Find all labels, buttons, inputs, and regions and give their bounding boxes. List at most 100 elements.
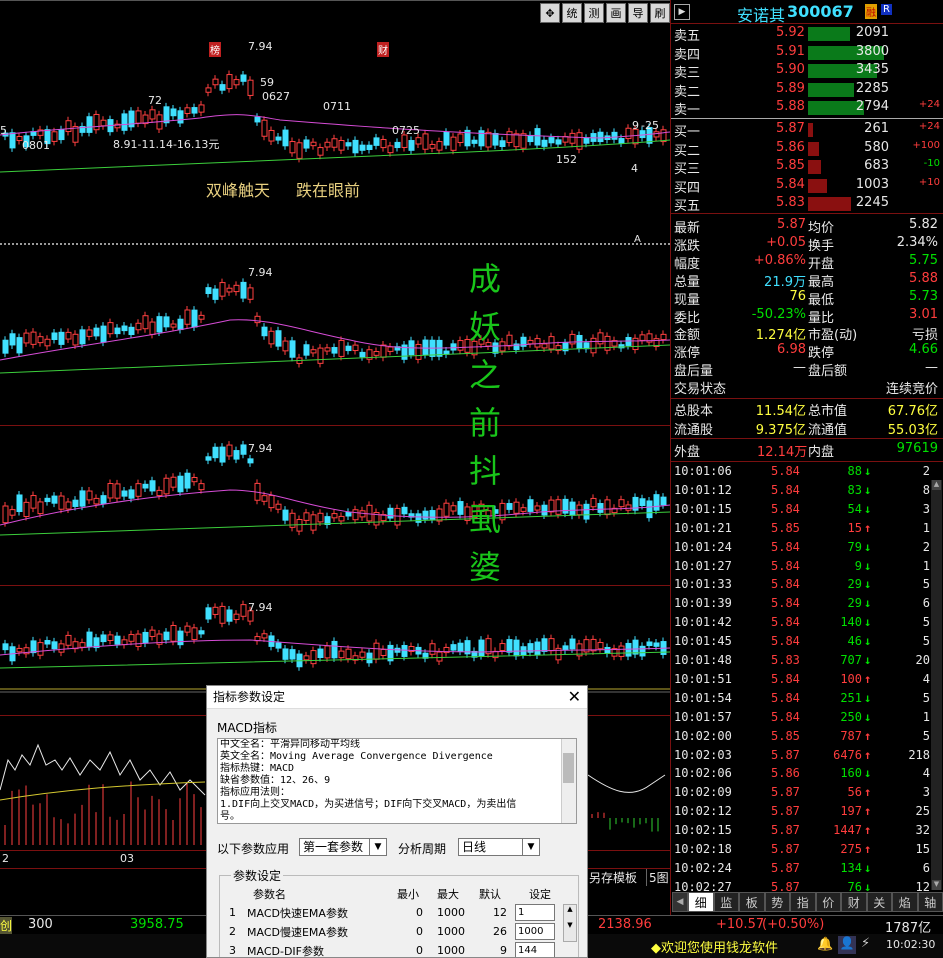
param-set-select[interactable]: 第一套参数 ▼ [299,838,387,856]
stat-value: +0.05 [766,234,806,250]
alarm-icon[interactable]: 🔔 [817,937,833,952]
stat-value: 亏损 [911,328,938,344]
period-select[interactable]: 日线 ▼ [458,838,540,856]
user-icon[interactable]: 👤 [838,936,856,954]
param-set-input[interactable]: 1 [515,904,555,921]
stat-label: 最新 [674,221,701,236]
tab-monitor[interactable]: 监 [713,892,739,912]
candle [16,494,23,513]
arrow-down-icon: ↓ [864,558,872,573]
candle [590,337,597,354]
measure-button[interactable]: 测 [584,3,604,23]
tick-price: 5.84 [771,482,800,497]
clock: 10:02:30 [886,938,936,951]
index2-change: +10.57 [716,917,765,932]
arrow-up-icon: ↑ [864,842,872,856]
export-button[interactable]: 导 [628,3,648,23]
bid-row[interactable]: 买三 5.85 683 -10 [671,158,943,177]
stat-value: 76 [789,288,806,304]
ask-row[interactable]: 卖一 5.88 2794 +24 [671,99,943,118]
tab-detail[interactable]: 细 [688,892,714,912]
param-spinner[interactable]: ▲ ▼ [563,904,577,942]
ask-row[interactable]: 卖四 5.91 3800 [671,44,943,63]
candle [135,483,142,497]
tick-row: 10:02:09 5.87 56 ↑ 3 [671,784,943,802]
stats-button[interactable]: 统 [562,3,582,23]
tick-row: 10:02:15 5.87 1447 ↑ 32 [671,822,943,840]
tab-axis[interactable]: 轴 [917,892,943,912]
finance-marker[interactable]: 财 [377,42,389,57]
tab-price[interactable]: 价 [815,892,841,912]
candle [646,641,653,647]
candle [100,634,107,643]
candle [303,512,310,521]
candle [422,510,429,520]
capital-label: 总股本 [674,404,714,419]
candle [352,509,359,521]
bid-row[interactable]: 买五 5.83 2245 [671,195,943,214]
tab-trend[interactable]: 势 [764,892,790,912]
five-charts-button[interactable]: 5图 [646,869,669,886]
outer-value: 12.14万 [757,445,808,460]
desc-line: 指标应用法则： [220,787,290,798]
network-icon[interactable]: ⚡ [861,936,870,951]
tick-scrollbar[interactable]: ▲ ▼ [931,480,942,890]
tab-finance[interactable]: 财 [841,892,867,912]
bid-row[interactable]: 买二 5.86 580 +100 [671,140,943,159]
panel-toggle-icon[interactable]: ▶ [674,4,690,20]
candle [450,343,457,351]
candle [23,332,30,344]
bid-price: 5.85 [776,158,805,174]
chevron-down-icon: ▼ [369,839,386,855]
desc-line: 中文全名：平滑异同移动平均线 [220,739,360,750]
tick-row: 10:02:00 5.85 787 ↑ 5 [671,728,943,746]
bid-row[interactable]: 买四 5.84 1003 +10 [671,177,943,196]
save-template-button[interactable]: 另存模板 [589,869,637,886]
desc-scrollbar[interactable] [561,739,576,823]
index2-value: 2138.96 [598,917,652,932]
tick-volume: 29 [847,596,862,611]
outer-label: 外盘 [674,445,701,460]
tick-price: 5.84 [771,464,800,478]
tab-prev-icon[interactable]: ◀ [672,892,688,912]
candle [191,309,198,328]
tick-time: 10:02:00 [674,728,732,743]
candle [37,336,44,344]
candle [499,140,506,147]
candle [429,143,436,149]
draw-button[interactable]: 画 [606,3,626,23]
candle [121,490,128,497]
tab-flame[interactable]: 焰 [892,892,918,912]
candle [149,321,156,335]
tick-time: 10:02:15 [674,823,732,838]
arrow-up-icon: ↑ [864,804,872,819]
stat-value: 6.98 [777,342,806,358]
ask-row[interactable]: 卖三 5.90 3435 [671,62,943,81]
stats-row: 涨停 6.98 跌停 4.66 [671,342,943,361]
tab-sector[interactable]: 板 [739,892,765,912]
move-tool-button[interactable]: ✥ [540,3,560,23]
bid-volume-bar [808,197,851,212]
candle [366,504,373,522]
scroll-up-icon[interactable]: ▲ [932,480,941,490]
param-set-input[interactable]: 144 [515,942,555,957]
tick-volume: 707 [840,653,862,667]
param-default: 26 [493,925,507,938]
refresh-button[interactable]: 刷 [650,3,670,23]
tab-index[interactable]: 指 [790,892,816,912]
scroll-down-icon[interactable]: ▼ [932,880,941,890]
tab-related[interactable]: 关 [866,892,892,912]
candle [156,316,163,333]
rank-marker[interactable]: 榜 [209,42,221,57]
ask-row[interactable]: 卖二 5.89 2285 [671,81,943,100]
param-set-input[interactable]: 1000 [515,923,555,940]
candle [240,444,247,455]
bid-row[interactable]: 买一 5.87 261 +24 [671,121,943,140]
candle [303,344,310,356]
header-name: 参数名 [253,887,286,901]
ask-row[interactable]: 卖五 5.92 2091 [671,25,943,44]
tick-volume: 100 [840,671,862,686]
index1-name: 300 [28,917,53,932]
label-25: -25 [641,119,659,132]
close-icon[interactable]: ✕ [568,687,581,706]
